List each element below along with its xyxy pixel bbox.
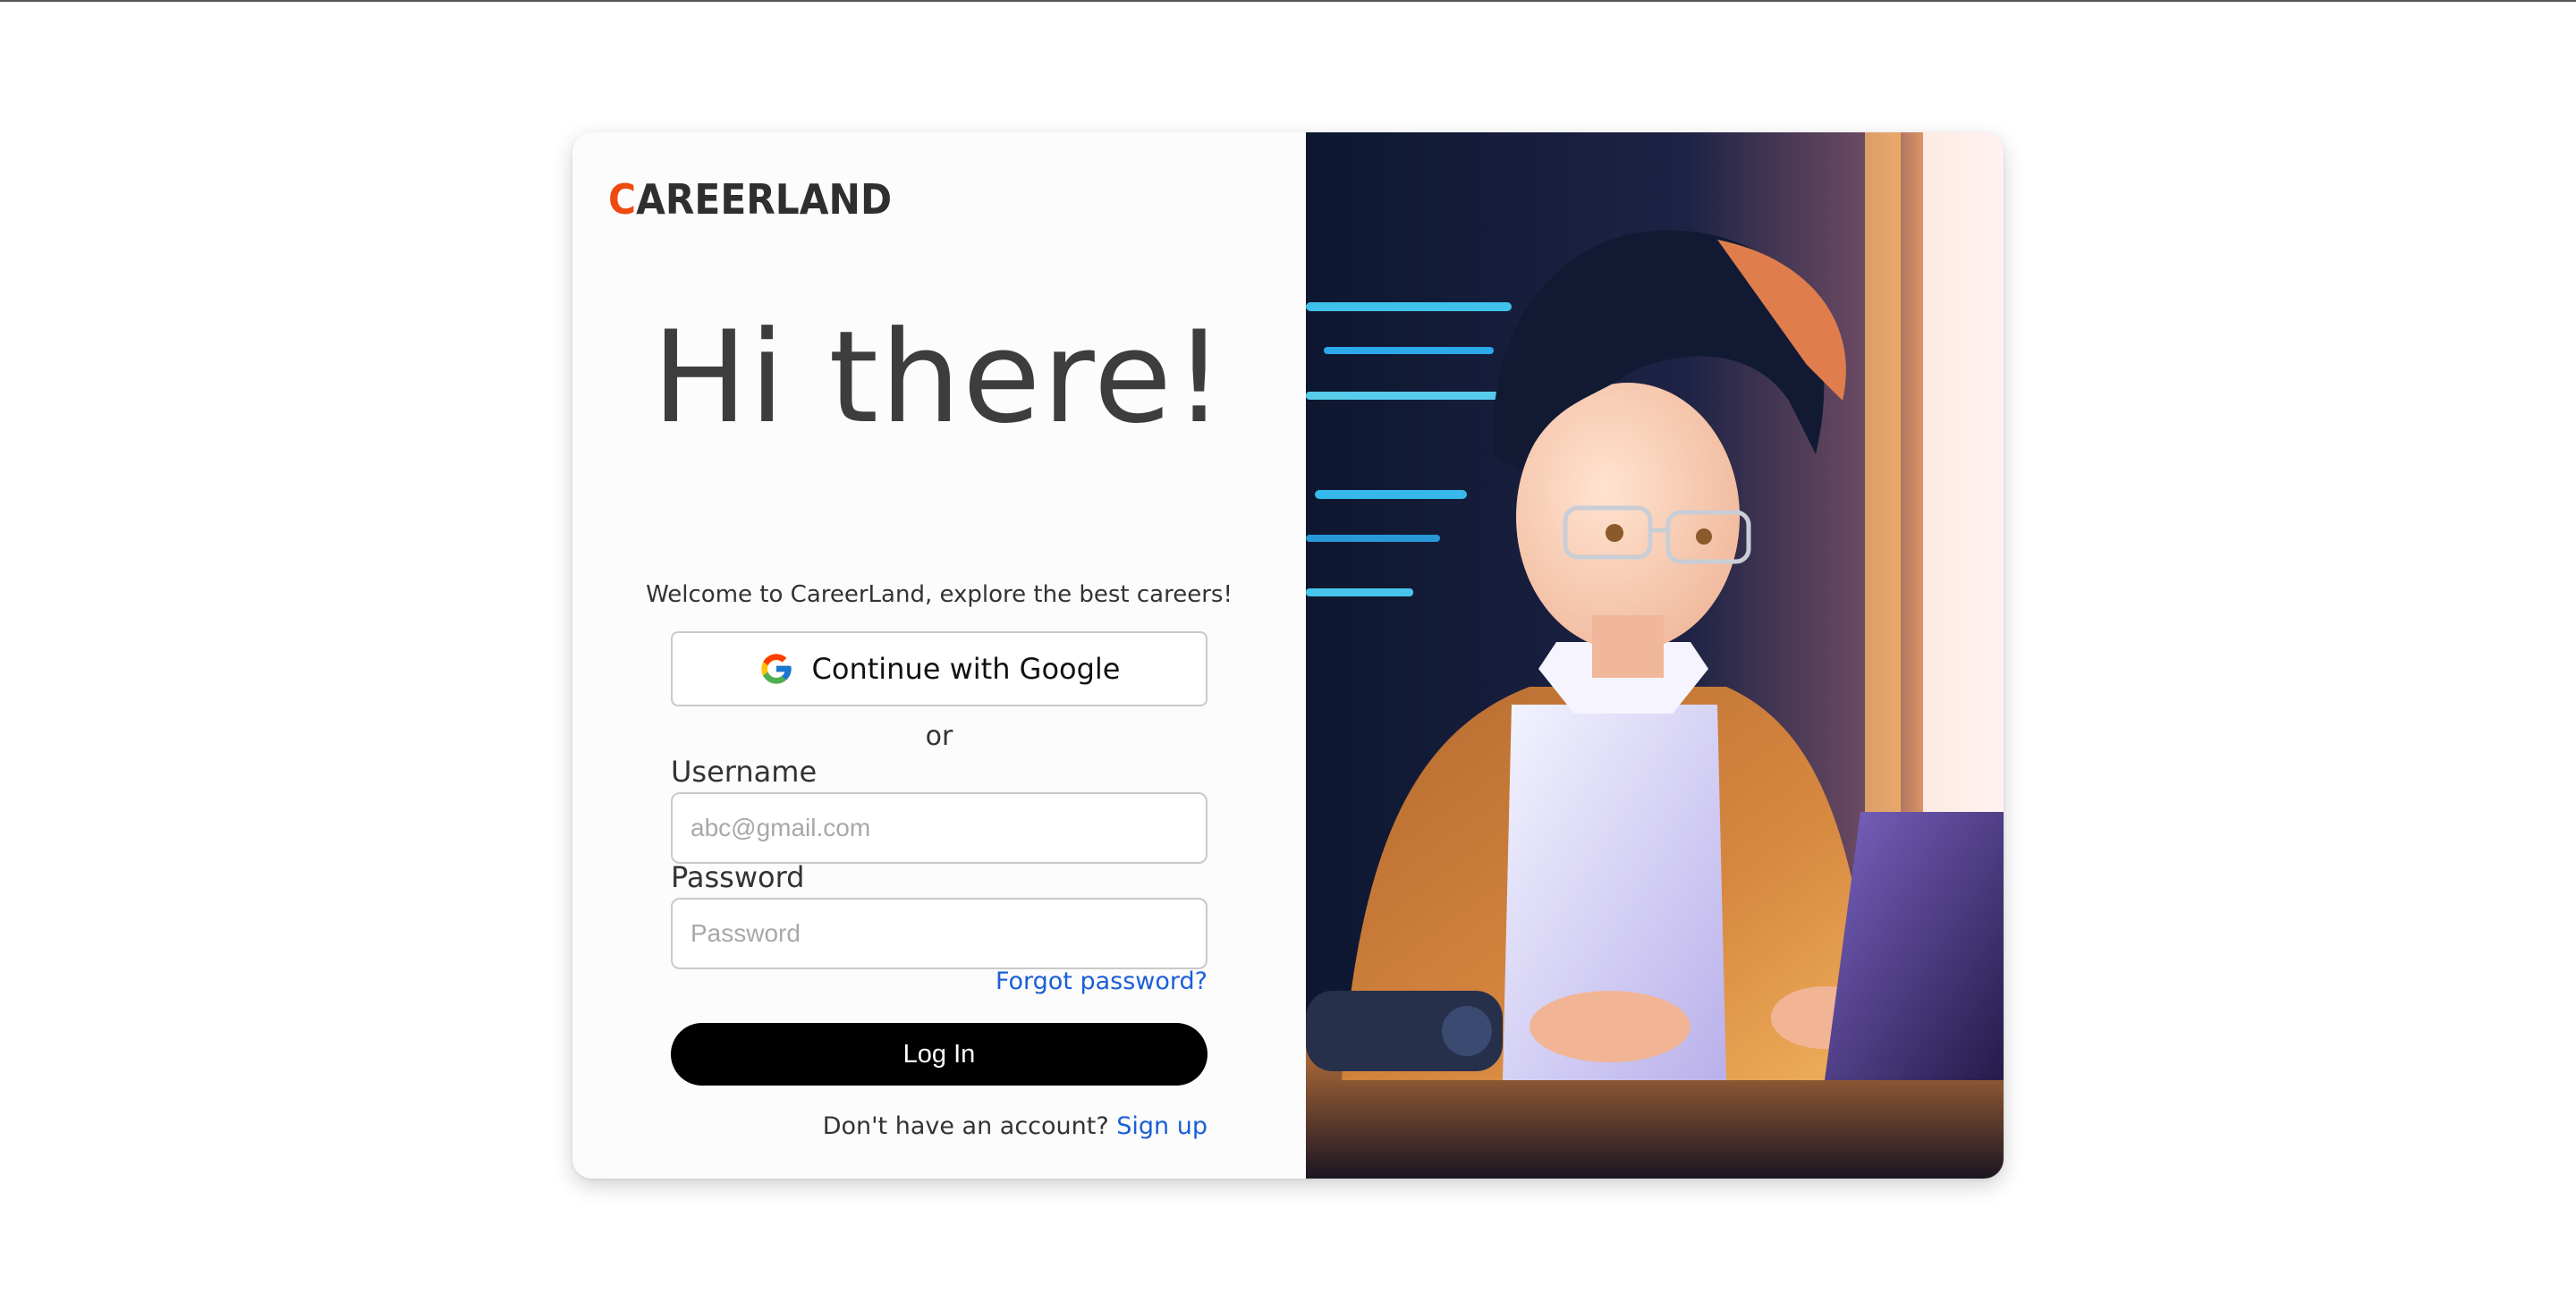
top-border [0, 0, 2576, 2]
illustration-panel [1306, 132, 2004, 1179]
google-g-icon [760, 654, 792, 684]
anime-student-at-laptop-illustration [1306, 132, 2004, 1179]
login-card: CAREERLAND Hi there! Welcome to CareerLa… [572, 132, 2004, 1179]
sign-up-link[interactable]: Sign up [1116, 1112, 1208, 1140]
username-label: Username [671, 755, 818, 789]
continue-with-google-button[interactable]: Continue with Google [671, 631, 1208, 706]
signup-prompt-text: Don't have an account? [822, 1112, 1109, 1140]
logo-rest: AREERLAND [636, 175, 893, 224]
welcome-subtitle: Welcome to CareerLand, explore the best … [646, 581, 1233, 608]
google-button-label: Continue with Google [811, 652, 1121, 686]
or-divider: or [925, 721, 953, 752]
username-input[interactable] [671, 792, 1208, 864]
password-label: Password [671, 860, 805, 894]
logo-first-letter: C [608, 175, 637, 224]
forgot-password-link[interactable]: Forgot password? [996, 968, 1208, 995]
login-form-panel: CAREERLAND Hi there! Welcome to CareerLa… [572, 132, 1306, 1179]
careerland-logo[interactable]: CAREERLAND [608, 179, 892, 220]
log-in-button[interactable]: Log In [671, 1023, 1208, 1086]
signup-prompt: Don't have an account? Sign up [823, 1112, 1208, 1140]
page-title: Hi there! [652, 304, 1226, 452]
password-input[interactable] [671, 898, 1208, 969]
